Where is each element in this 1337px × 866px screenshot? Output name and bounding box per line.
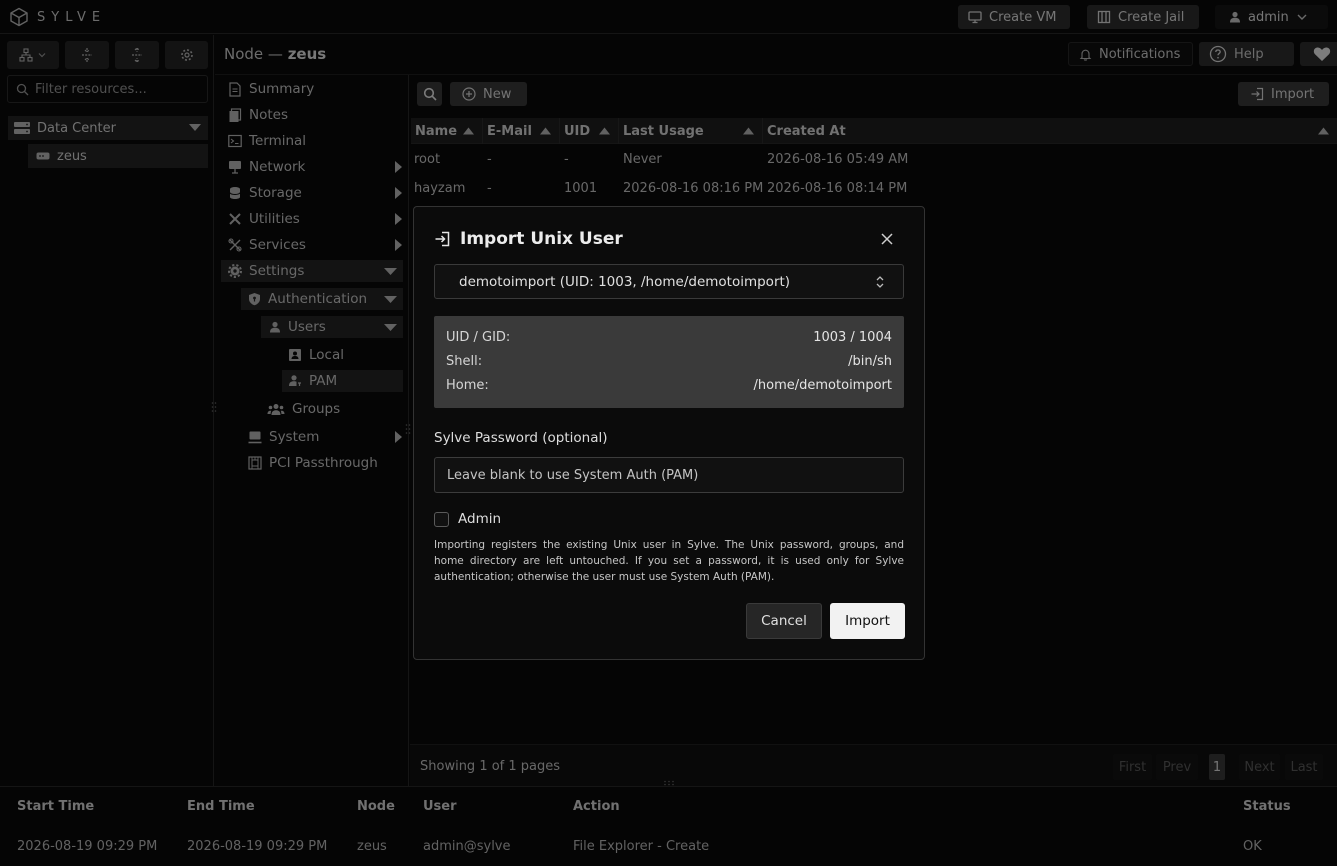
admin-checkbox[interactable]: [434, 512, 449, 527]
password-input[interactable]: [435, 458, 903, 492]
user-info-panel: UID / GID: 1003 / 1004 Shell: /bin/sh Ho…: [434, 316, 904, 408]
cancel-button[interactable]: Cancel: [746, 603, 822, 639]
info-home-value: /home/demotoimport: [753, 378, 892, 393]
admin-label[interactable]: Admin: [458, 511, 501, 527]
import-note: Importing registers the existing Unix us…: [434, 539, 904, 583]
info-uid-label: UID / GID:: [446, 330, 511, 345]
dialog-title-text: Import Unix User: [460, 229, 623, 249]
password-field: [434, 457, 904, 493]
info-shell-value: /bin/sh: [848, 354, 892, 369]
info-shell-label: Shell:: [446, 354, 483, 369]
import-icon: [434, 231, 450, 247]
close-icon[interactable]: [880, 232, 894, 246]
import-unix-user-dialog: Import Unix User demotoimport (UID: 1003…: [413, 206, 925, 660]
info-home-label: Home:: [446, 378, 489, 393]
password-label: Sylve Password (optional): [434, 430, 608, 446]
chevron-updown-icon: [875, 275, 885, 289]
unix-user-select-value: demotoimport (UID: 1003, /home/demotoimp…: [459, 273, 791, 290]
info-uid-value: 1003 / 1004: [813, 330, 892, 345]
unix-user-select[interactable]: demotoimport (UID: 1003, /home/demotoimp…: [434, 264, 904, 299]
dialog-title: Import Unix User: [434, 229, 623, 249]
confirm-import-button[interactable]: Import: [830, 603, 905, 639]
